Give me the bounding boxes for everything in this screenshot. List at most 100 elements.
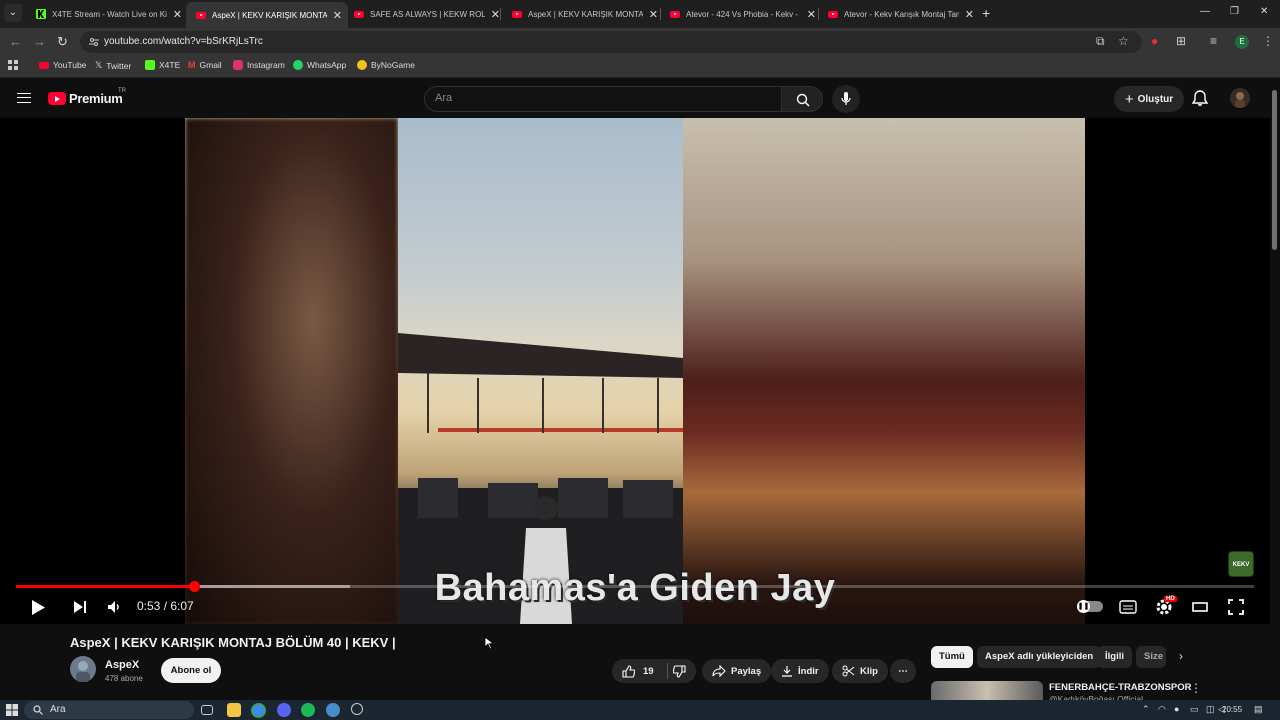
video-scene: [398, 118, 683, 624]
new-tab-icon[interactable]: +: [982, 5, 990, 21]
chrome-icon[interactable]: [251, 703, 266, 718]
youtube-logo-icon[interactable]: [48, 92, 66, 105]
bookmark-gmail[interactable]: M Gmail: [188, 60, 222, 70]
url-text: youtube.com/watch?v=bSrKRjLsTrc: [104, 36, 263, 47]
tab-atevor-montaj[interactable]: Atevor - Kekv Karışık Montaj Tam ✕: [818, 2, 980, 26]
play-icon[interactable]: [31, 599, 46, 616]
scissors-icon: [842, 665, 855, 677]
tab-x4te-stream[interactable]: X4TE Stream - Watch Live on Kick ✕: [26, 2, 188, 26]
thumbs-down-icon[interactable]: [672, 664, 686, 678]
apps-grid-icon[interactable]: [8, 60, 18, 70]
spotify-icon[interactable]: [301, 703, 315, 717]
channel-name[interactable]: AspeX: [105, 659, 139, 671]
discord-icon[interactable]: [277, 703, 291, 717]
search-input[interactable]: [435, 92, 765, 104]
menu-icon[interactable]: [17, 93, 31, 103]
tray-chevron-up-icon[interactable]: ⌃: [1142, 704, 1150, 715]
settings-hd-button[interactable]: HD: [1155, 596, 1177, 621]
task-view-icon[interactable]: [201, 705, 213, 715]
clip-button[interactable]: Klip: [832, 659, 888, 683]
extension-icon[interactable]: ●: [1151, 34, 1158, 48]
notifications-bell-icon[interactable]: [1192, 90, 1208, 107]
share-button[interactable]: Paylaş: [702, 659, 772, 683]
site-info-icon[interactable]: [88, 36, 100, 48]
download-button[interactable]: İndir: [771, 659, 829, 683]
tab-title: AspeX | KEKV KARIŞIK MONTAJ BÖLÜM: [212, 10, 327, 20]
clock[interactable]: 20:55: [1222, 705, 1242, 714]
app-icon[interactable]: [326, 703, 340, 717]
close-window-icon[interactable]: ✕: [1260, 6, 1268, 17]
back-icon[interactable]: ←: [9, 34, 22, 49]
bookmark-youtube[interactable]: YouTube: [39, 60, 86, 70]
bookmark-whatsapp[interactable]: WhatsApp: [293, 60, 346, 70]
taskbar-search[interactable]: Ara: [24, 701, 194, 719]
tab-search-button[interactable]: ⌄: [4, 4, 22, 22]
video-frame[interactable]: [185, 118, 1085, 624]
close-tab-icon[interactable]: ✕: [491, 8, 500, 21]
chip-for-you[interactable]: Size: [1136, 646, 1166, 668]
next-video-icon[interactable]: [73, 600, 87, 614]
display-icon[interactable]: ▭: [1190, 704, 1199, 715]
extensions-puzzle-icon[interactable]: ⊞: [1176, 34, 1186, 48]
reload-icon[interactable]: ↻: [57, 34, 68, 50]
channel-watermark[interactable]: KEKV: [1228, 551, 1254, 577]
recommendation-menu-icon[interactable]: ⋮: [1190, 681, 1202, 695]
chevron-right-icon[interactable]: ›: [1179, 649, 1183, 663]
media-control-icon[interactable]: ≡: [1210, 34, 1217, 48]
subtitles-icon[interactable]: [1119, 600, 1137, 614]
address-bar[interactable]: youtube.com/watch?v=bSrKRjLsTrc: [80, 31, 1142, 53]
tab-aspex-active[interactable]: AspeX | KEKV KARIŞIK MONTAJ BÖLÜM ✕: [186, 2, 348, 28]
create-button[interactable]: + Oluştur: [1114, 86, 1184, 112]
fullscreen-icon[interactable]: [1228, 599, 1244, 615]
more-actions-button[interactable]: ⋯: [890, 659, 916, 683]
mic-tray-icon[interactable]: ●: [1174, 704, 1179, 714]
search-box[interactable]: [424, 86, 782, 112]
like-button[interactable]: 19: [622, 664, 654, 678]
video-player[interactable]: Bahamas'a Giden Jay KEKV 0:53 / 6:07 ❚❚ …: [0, 118, 1270, 624]
tab-title: SAFE AS ALWAYS | KEKW ROLEPLAY |: [370, 9, 485, 19]
chip-from-uploader[interactable]: AspeX adlı yükleyiciden: [977, 646, 1102, 668]
close-tab-icon[interactable]: ✕: [173, 8, 182, 21]
chip-all[interactable]: Tümü: [931, 646, 973, 668]
theater-mode-icon[interactable]: [1192, 602, 1208, 612]
bookmark-instagram[interactable]: Instagram: [233, 60, 285, 70]
close-tab-icon[interactable]: ✕: [965, 8, 974, 21]
autoplay-toggle[interactable]: ❚❚: [1077, 600, 1103, 613]
network-icon[interactable]: ◫: [1206, 704, 1215, 715]
forward-icon[interactable]: →: [33, 34, 46, 49]
minimize-icon[interactable]: —: [1200, 6, 1210, 17]
search-button[interactable]: [781, 86, 823, 112]
bookmark-bynogame[interactable]: ByNoGame: [357, 60, 415, 70]
chip-related[interactable]: İlgili: [1097, 646, 1132, 668]
close-tab-icon[interactable]: ✕: [807, 8, 816, 21]
profile-avatar[interactable]: E: [1235, 35, 1249, 49]
more-menu-icon[interactable]: ⋮: [1262, 34, 1274, 48]
volume-icon[interactable]: [107, 600, 121, 614]
close-tab-icon[interactable]: ✕: [649, 8, 658, 21]
bookmark-twitter[interactable]: 𝕏 Twitter: [95, 60, 131, 71]
subscribe-button[interactable]: Abone ol: [161, 658, 221, 683]
app-icon-2[interactable]: [351, 703, 363, 715]
recommendation-title[interactable]: FENERBAHÇE-TRABZONSPOR: [1049, 682, 1192, 693]
tab-safe-as-always[interactable]: SAFE AS ALWAYS | KEKW ROLEPLAY | ✕: [344, 2, 506, 26]
voice-search-button[interactable]: [832, 85, 860, 113]
tab-atevor-424[interactable]: Atevor - 424 Vs Phobia - Kekv - ✕: [660, 2, 822, 26]
youtube-icon: [670, 10, 680, 18]
video-title: AspeX | KEKV KARIŞIK MONTAJ BÖLÜM 40 | K…: [70, 635, 396, 650]
windows-start-icon[interactable]: [6, 704, 18, 716]
time-display: 0:53 / 6:07: [137, 599, 194, 613]
account-avatar[interactable]: [1230, 88, 1250, 108]
tab-aspex-2[interactable]: AspeX | KEKV KARIŞIK MONTAJ BÖLÜM ✕: [502, 2, 664, 26]
close-tab-icon[interactable]: ✕: [333, 9, 342, 22]
channel-avatar[interactable]: [70, 656, 96, 682]
bookmark-star-icon[interactable]: ☆: [1118, 34, 1129, 48]
bookmark-x4te[interactable]: X4TE: [145, 60, 180, 70]
page-scrollbar[interactable]: [1272, 90, 1277, 250]
restore-icon[interactable]: ❐: [1230, 6, 1239, 17]
file-explorer-icon[interactable]: [227, 703, 241, 717]
notifications-icon[interactable]: ▤: [1254, 704, 1263, 715]
recommendation-thumbnail[interactable]: [931, 681, 1043, 701]
install-app-icon[interactable]: ⧉: [1096, 34, 1105, 49]
headphones-icon[interactable]: ◠: [1158, 704, 1166, 715]
youtube-premium-logo[interactable]: Premium: [69, 91, 123, 106]
